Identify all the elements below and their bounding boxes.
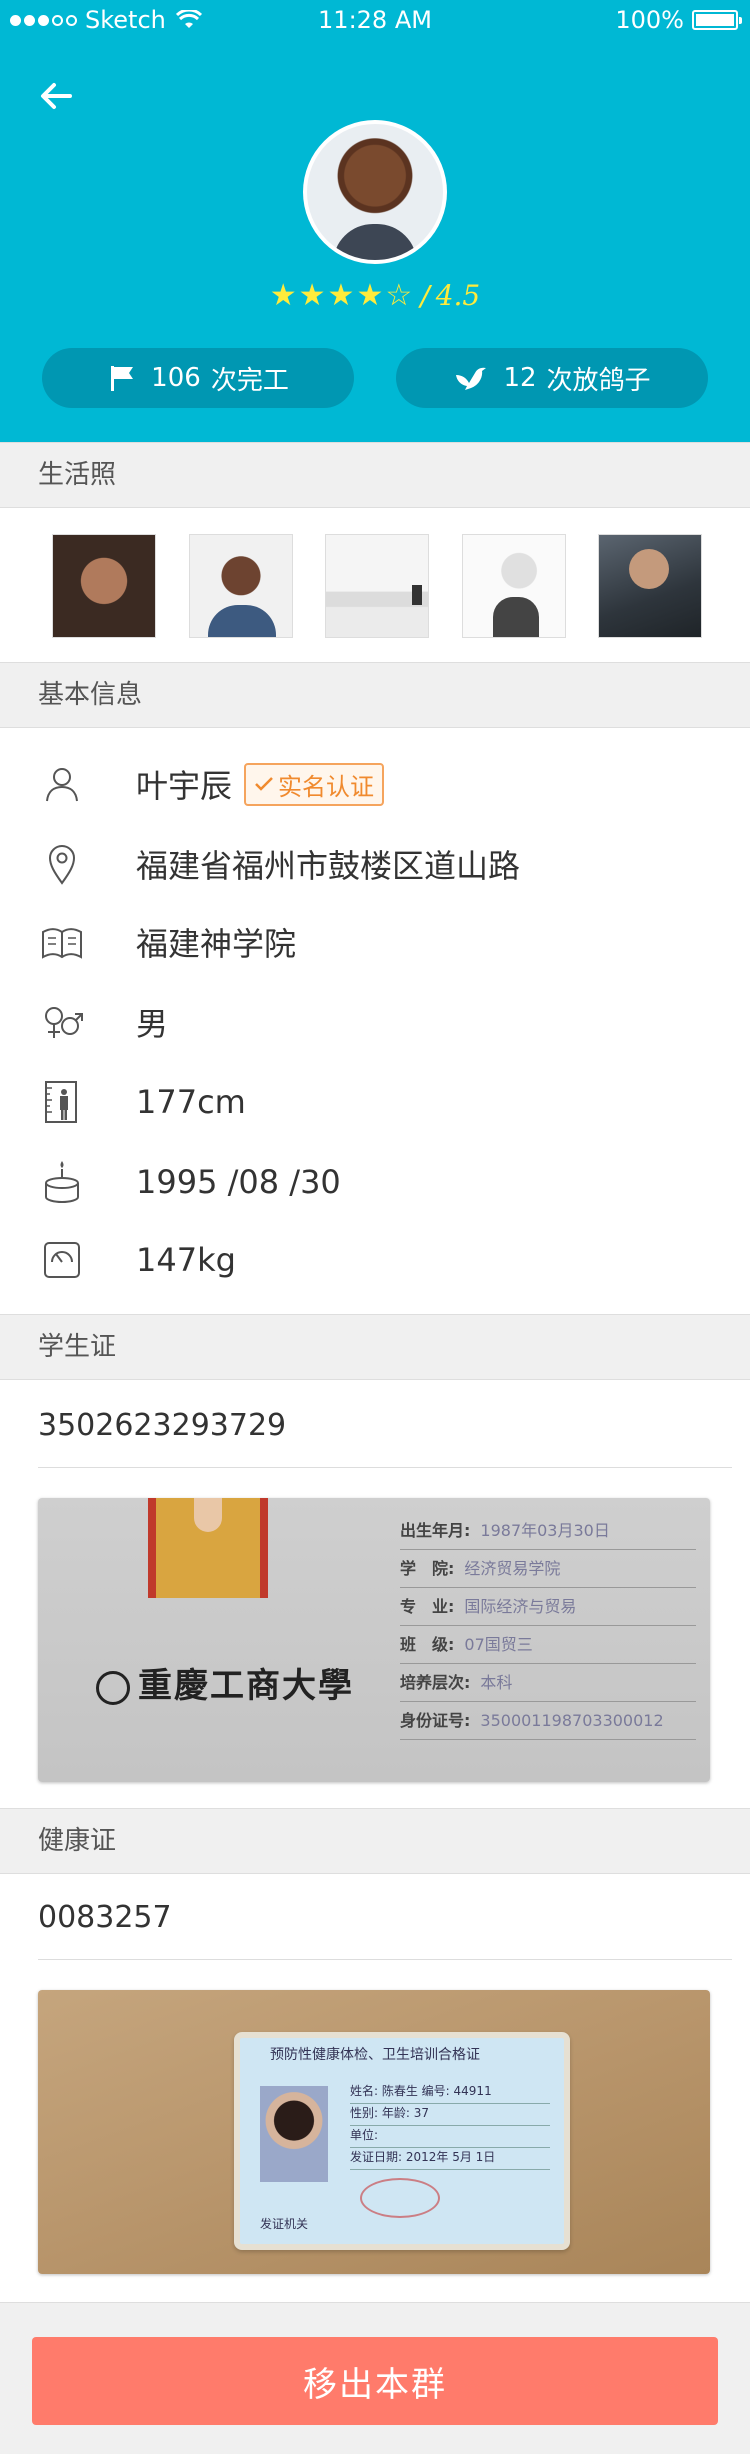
check-icon xyxy=(255,777,273,791)
birthday-cake-icon xyxy=(38,1158,86,1206)
health-card-line: 性别: 年龄: 37 xyxy=(350,2104,550,2126)
verified-badge: 实名认证 xyxy=(244,762,385,806)
info-row-school: 福建神学院 xyxy=(0,912,750,972)
life-photo[interactable] xyxy=(52,534,156,638)
book-icon xyxy=(38,918,86,966)
card-school-text: 重慶工商大學 xyxy=(138,1666,354,1706)
card-field: 专 业: 国际经济与贸易 xyxy=(400,1588,696,1626)
status-bar: Sketch 11:28 AM 100% xyxy=(0,0,750,40)
height-text: 177cm xyxy=(136,1083,246,1121)
battery-icon xyxy=(692,10,742,30)
card-portrait xyxy=(148,1498,268,1598)
health-card-inner: 预防性健康体检、卫生培训合格证 姓名: 陈春生 编号: 44911 性别: 年龄… xyxy=(234,2032,570,2250)
scale-icon xyxy=(38,1236,86,1284)
info-row-weight: 147kg xyxy=(0,1230,750,1290)
person-icon xyxy=(38,760,86,808)
life-photo[interactable] xyxy=(188,534,293,638)
status-right: 100% xyxy=(615,0,742,40)
info-row-name: 叶宇辰 实名认证 xyxy=(0,754,750,814)
health-card-line: 发证日期: 2012年 5月 1日 xyxy=(350,2148,550,2170)
info-row-gender: 男 xyxy=(0,992,750,1052)
star-rating-icon: ★★★★☆ xyxy=(269,278,415,313)
back-button[interactable] xyxy=(38,78,74,114)
battery-percent: 100% xyxy=(615,6,684,34)
completed-jobs-label: 次完工 xyxy=(210,365,289,396)
no-show-pill[interactable]: 12 次放鸽子 xyxy=(396,348,708,408)
section-header-student-id: 学生证 xyxy=(0,1314,750,1380)
avatar-image xyxy=(307,124,443,260)
completed-jobs-count: 106 xyxy=(151,363,201,393)
life-photo[interactable] xyxy=(325,534,429,638)
health-card-line: 姓名: 陈春生 编号: 44911 xyxy=(350,2082,550,2104)
health-card-portrait xyxy=(260,2086,328,2182)
flag-icon xyxy=(111,366,134,391)
completed-jobs-pill[interactable]: 106 次完工 xyxy=(42,348,354,408)
avatar[interactable] xyxy=(303,120,447,264)
profile-header: Sketch 11:28 AM 100% ★★★★☆ / 4.5 106 次完工… xyxy=(0,0,750,442)
card-field: 身份证号: 350001198703300012 xyxy=(400,1702,696,1740)
info-row-height: 177cm xyxy=(0,1072,750,1132)
address-text: 福建省福州市鼓楼区道山路 xyxy=(136,847,521,885)
divider xyxy=(38,1959,732,1960)
card-field: 班 级: 07国贸三 xyxy=(400,1626,696,1664)
user-name: 叶宇辰 xyxy=(136,767,233,805)
health-cert-number: 0083257 xyxy=(38,1900,172,1935)
pigeon-icon xyxy=(456,367,487,390)
school-text: 福建神学院 xyxy=(136,925,297,963)
arrow-left-icon xyxy=(41,83,72,109)
student-id-number: 3502623293729 xyxy=(38,1408,287,1443)
no-show-label: 次放鸽子 xyxy=(546,365,651,396)
gender-icon xyxy=(38,998,86,1046)
health-card-lines: 姓名: 陈春生 编号: 44911 性别: 年龄: 37 单位: 发证日期: 2… xyxy=(350,2082,550,2170)
section-header-health-cert: 健康证 xyxy=(0,1808,750,1874)
life-photo[interactable] xyxy=(598,534,702,638)
school-seal-icon xyxy=(96,1671,130,1705)
no-show-count: 12 xyxy=(503,363,537,393)
weight-text: 147kg xyxy=(136,1241,236,1279)
rating-separator: / xyxy=(420,279,430,312)
card-field: 出生年月: 1987年03月30日 xyxy=(400,1512,696,1550)
student-id-card-image[interactable]: 重慶工商大學 出生年月: 1987年03月30日 学 院: 经济贸易学院 专 业: 国… xyxy=(38,1498,710,1782)
info-row-birthday: 1995 /08 /30 xyxy=(0,1152,750,1212)
health-cert-image[interactable]: 预防性健康体检、卫生培训合格证 姓名: 陈春生 编号: 44911 性别: 年龄… xyxy=(38,1990,710,2274)
info-row-address: 福建省福州市鼓楼区道山路 xyxy=(0,834,750,894)
health-card-line: 单位: xyxy=(350,2126,550,2148)
card-field: 培养层次: 本科 xyxy=(400,1664,696,1702)
card-school-name: 重慶工商大學 xyxy=(96,1658,354,1707)
life-photo[interactable] xyxy=(461,534,566,638)
health-card-title: 预防性健康体检、卫生培训合格证 xyxy=(270,2047,480,2063)
remove-from-group-button[interactable]: 移出本群 xyxy=(32,2337,718,2425)
location-pin-icon xyxy=(38,840,86,888)
section-header-basic-info: 基本信息 xyxy=(0,662,750,728)
health-card-issuer: 发证机关 xyxy=(260,2217,309,2231)
height-ruler-icon xyxy=(38,1078,86,1126)
section-header-photos: 生活照 xyxy=(0,442,750,508)
gender-text: 男 xyxy=(136,1005,169,1043)
card-fields: 出生年月: 1987年03月30日 学 院: 经济贸易学院 专 业: 国际经济与贸易 … xyxy=(400,1512,696,1740)
footer-bar: 移出本群 xyxy=(0,2302,750,2454)
official-stamp xyxy=(360,2178,440,2218)
card-field: 学 院: 经济贸易学院 xyxy=(400,1550,696,1588)
birthday-text: 1995 /08 /30 xyxy=(136,1163,341,1201)
rating-value: 4.5 xyxy=(435,279,481,312)
divider xyxy=(38,1467,732,1468)
rating: ★★★★☆ / 4.5 xyxy=(0,278,750,313)
life-photos xyxy=(52,534,702,638)
verified-label: 实名认证 xyxy=(278,772,375,801)
